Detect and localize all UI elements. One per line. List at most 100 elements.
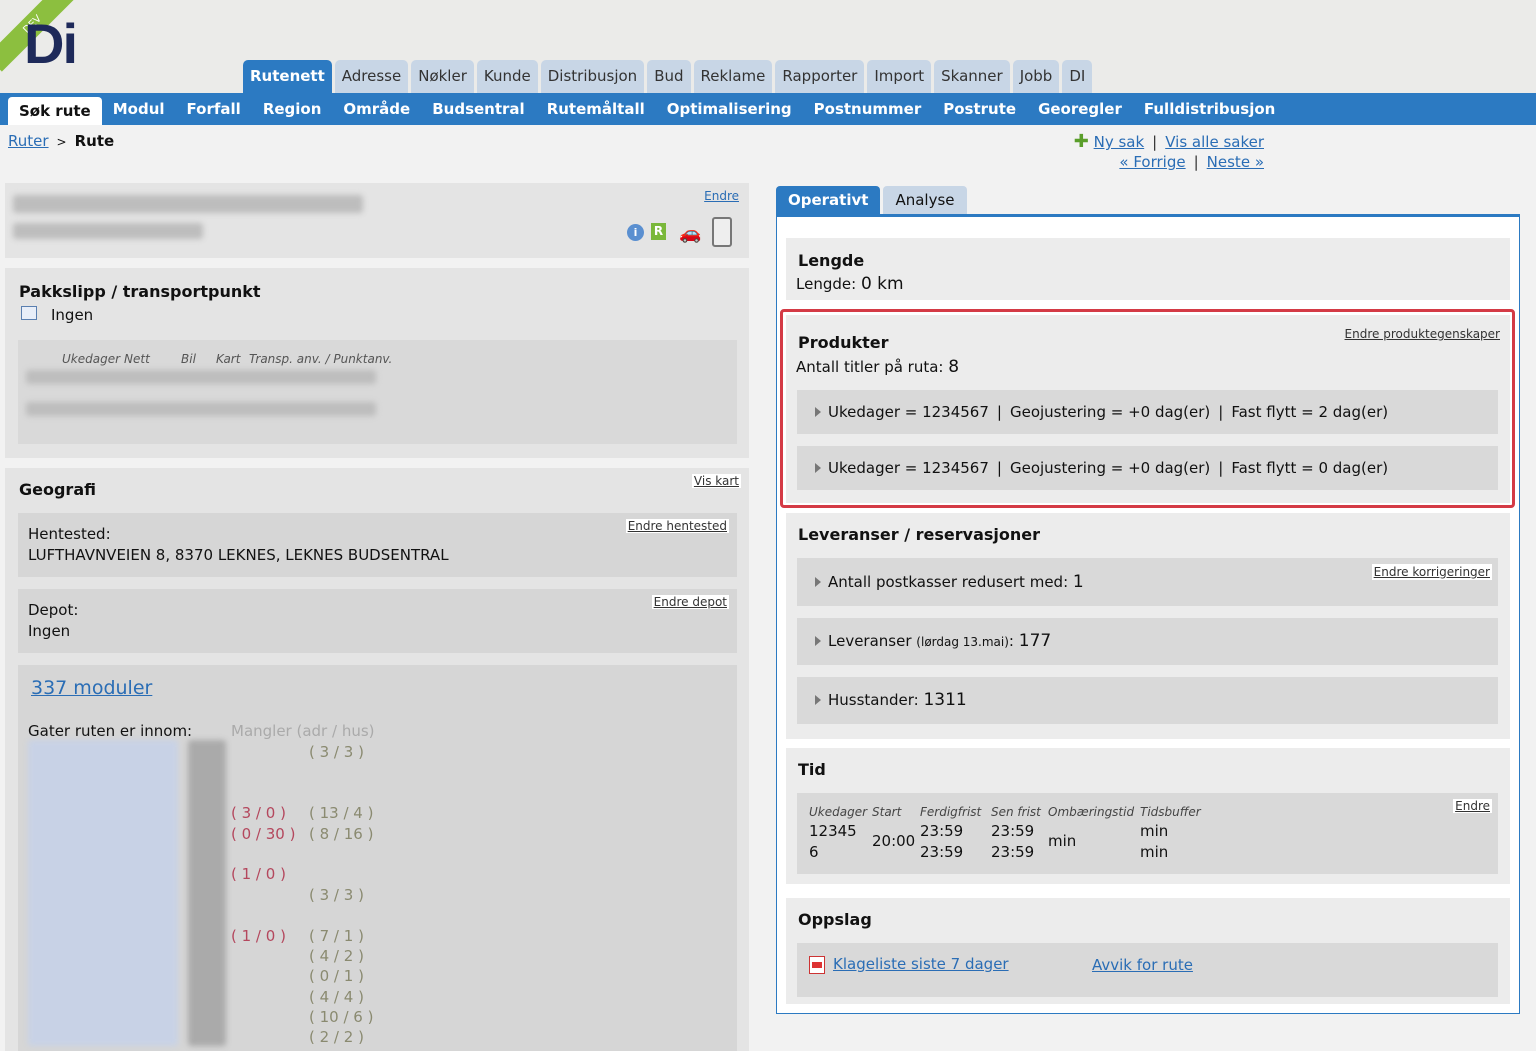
subnav-item-forfall[interactable]: Forfall <box>176 93 252 125</box>
tab-operativt[interactable]: Operativt <box>776 186 881 214</box>
all-cases-link[interactable]: Vis alle saker <box>1165 133 1264 151</box>
expand-triangle-icon[interactable] <box>815 695 821 705</box>
pakkslipp-value: Ingen <box>51 306 94 324</box>
redacted-route-name <box>13 195 363 213</box>
street-row: ( 0 / 1 ) <box>231 966 373 986</box>
col-kart: Kart <box>216 352 241 366</box>
street-row: ( 3 / 3 ) <box>231 742 373 762</box>
tid-col-tidsbuffer: Tidsbuffer <box>1140 805 1201 819</box>
missing-count <box>231 762 309 782</box>
tid-ukedager-1: 12345 <box>809 822 857 840</box>
missing-count: ( 0 / 30 ) <box>231 824 296 843</box>
col-bil: Bil <box>181 352 196 366</box>
total-count: ( 10 / 6 ) <box>309 1008 374 1027</box>
depot-value: Ingen <box>28 622 71 640</box>
missing-count <box>231 742 309 762</box>
app-header: DEV Di Rutenett Adresse Nøkler Kunde Distrib… <box>0 0 1536 93</box>
subnav-item-region[interactable]: Region <box>252 93 333 125</box>
subnav-item-rutemåltall[interactable]: Rutemåltall <box>536 93 656 125</box>
total-count: ( 4 / 2 ) <box>309 946 364 965</box>
missing-count <box>231 885 309 905</box>
modules-box: 337 moduler Gater ruten er innom: Mangle… <box>18 665 737 1051</box>
breadcrumb-current: Rute <box>74 132 115 150</box>
postkasser-row[interactable]: Antall postkasser redusert med: 1 Endre … <box>797 558 1498 606</box>
subnav-item-optimalisering[interactable]: Optimalisering <box>656 93 803 125</box>
depot-box: Depot: Ingen Endre depot <box>18 589 737 653</box>
breadcrumb-parent-link[interactable]: Ruter <box>8 132 49 150</box>
pdf-icon <box>809 955 825 974</box>
tid-col-ombaering: Ombæringstid <box>1048 805 1135 819</box>
tab-jobb[interactable]: Jobb <box>1012 60 1060 93</box>
missing-count <box>231 783 309 803</box>
leveranser-row[interactable]: Leveranser (lørdag 13.mai): 177 <box>797 618 1498 665</box>
missing-count <box>231 946 309 966</box>
sub-navigation: Søk rute Modul Forfall Region Område Budsentr… <box>0 93 1536 125</box>
husstander-row[interactable]: Husstander: 1311 <box>797 677 1498 724</box>
r-badge-icon: R <box>651 223 666 240</box>
tab-reklame[interactable]: Reklame <box>693 60 773 93</box>
edit-depot-link[interactable]: Endre depot <box>651 595 729 609</box>
modules-link[interactable]: 337 moduler <box>31 677 152 699</box>
tab-adresse[interactable]: Adresse <box>334 60 409 93</box>
right-tab-bar: Operativt Analyse <box>776 186 967 214</box>
tid-col-senfrist: Sen frist <box>991 805 1041 819</box>
total-count: ( 3 / 3 ) <box>309 743 364 761</box>
subnav-item-fulldistribusjon[interactable]: Fulldistribusjon <box>1133 93 1286 125</box>
subnav-item-modul[interactable]: Modul <box>102 93 176 125</box>
subnav-item-søk-rute[interactable]: Søk rute <box>8 97 102 125</box>
route-edit-link[interactable]: Endre <box>702 189 741 203</box>
tab-di[interactable]: DI <box>1062 60 1093 93</box>
subnav-item-område[interactable]: Område <box>332 93 421 125</box>
tid-buffer-1: min <box>1140 822 1169 840</box>
tab-bud[interactable]: Bud <box>647 60 691 93</box>
street-row: ( 1 / 0 ) <box>231 864 373 884</box>
street-row <box>231 905 373 925</box>
total-count: ( 2 / 2 ) <box>309 1028 364 1047</box>
street-row: ( 4 / 2 ) <box>231 946 373 966</box>
leveranser-title: Leveranser / reservasjoner <box>798 525 1041 544</box>
tab-skanner[interactable]: Skanner <box>934 60 1010 93</box>
edit-corrections-link[interactable]: Endre korrigeringer <box>1371 564 1492 580</box>
redacted-table-row <box>26 370 376 384</box>
new-case-link[interactable]: Ny sak <box>1094 133 1145 151</box>
document-icon <box>21 306 37 320</box>
klageliste-link[interactable]: Klageliste siste 7 dager <box>833 955 1009 973</box>
street-row: ( 1 / 0 ) ( 7 / 1 ) <box>231 926 373 946</box>
street-row: ( 2 / 2 ) <box>231 1027 373 1047</box>
leveranser-value: 177 <box>1018 631 1052 651</box>
logo-text: Di <box>24 12 78 75</box>
street-row <box>231 844 373 864</box>
next-link[interactable]: Neste » <box>1207 153 1264 171</box>
tab-analyse[interactable]: Analyse <box>883 186 967 214</box>
tab-kunde[interactable]: Kunde <box>476 60 538 93</box>
klage-wrapper: Klageliste siste 7 dager <box>809 955 1009 974</box>
prev-link[interactable]: « Forrige <box>1119 153 1185 171</box>
edit-hentested-link[interactable]: Endre hentested <box>625 519 729 533</box>
street-row <box>231 762 373 782</box>
lengde-title: Lengde <box>798 251 865 270</box>
street-row: ( 3 / 0 ) ( 13 / 4 ) <box>231 803 373 823</box>
app-logo[interactable]: DEV Di <box>0 0 100 80</box>
info-icon[interactable]: i <box>627 224 644 241</box>
subnav-item-budsentral[interactable]: Budsentral <box>421 93 535 125</box>
route-summary-box: Endre i R 🚗 <box>5 183 749 258</box>
col-ukedager: Ukedager <box>62 352 121 366</box>
postkasser-value: 1 <box>1072 572 1084 592</box>
street-row: ( 0 / 30 ) ( 8 / 16 ) <box>231 824 373 844</box>
expand-triangle-icon[interactable] <box>815 577 821 587</box>
avvik-link[interactable]: Avvik for rute <box>1092 956 1193 974</box>
hentested-box: Hentested: LUFTHAVNVEIEN 8, 8370 LEKNES,… <box>18 513 737 577</box>
subnav-item-georegler[interactable]: Georegler <box>1027 93 1133 125</box>
expand-triangle-icon[interactable] <box>815 636 821 646</box>
subnav-item-postrute[interactable]: Postrute <box>932 93 1027 125</box>
subnav-item-postnummer[interactable]: Postnummer <box>803 93 933 125</box>
tid-ferdigfrist-1: 23:59 <box>920 822 964 840</box>
tab-rapporter[interactable]: Rapporter <box>775 60 865 93</box>
tab-import[interactable]: Import <box>867 60 932 93</box>
edit-tid-link[interactable]: Endre <box>1453 799 1492 813</box>
street-row <box>231 783 373 803</box>
tab-distribusjon[interactable]: Distribusjon <box>540 60 645 93</box>
tab-rutenett[interactable]: Rutenett <box>243 60 332 93</box>
tab-nøkler[interactable]: Nøkler <box>411 60 474 93</box>
show-map-link[interactable]: Vis kart <box>691 474 741 488</box>
